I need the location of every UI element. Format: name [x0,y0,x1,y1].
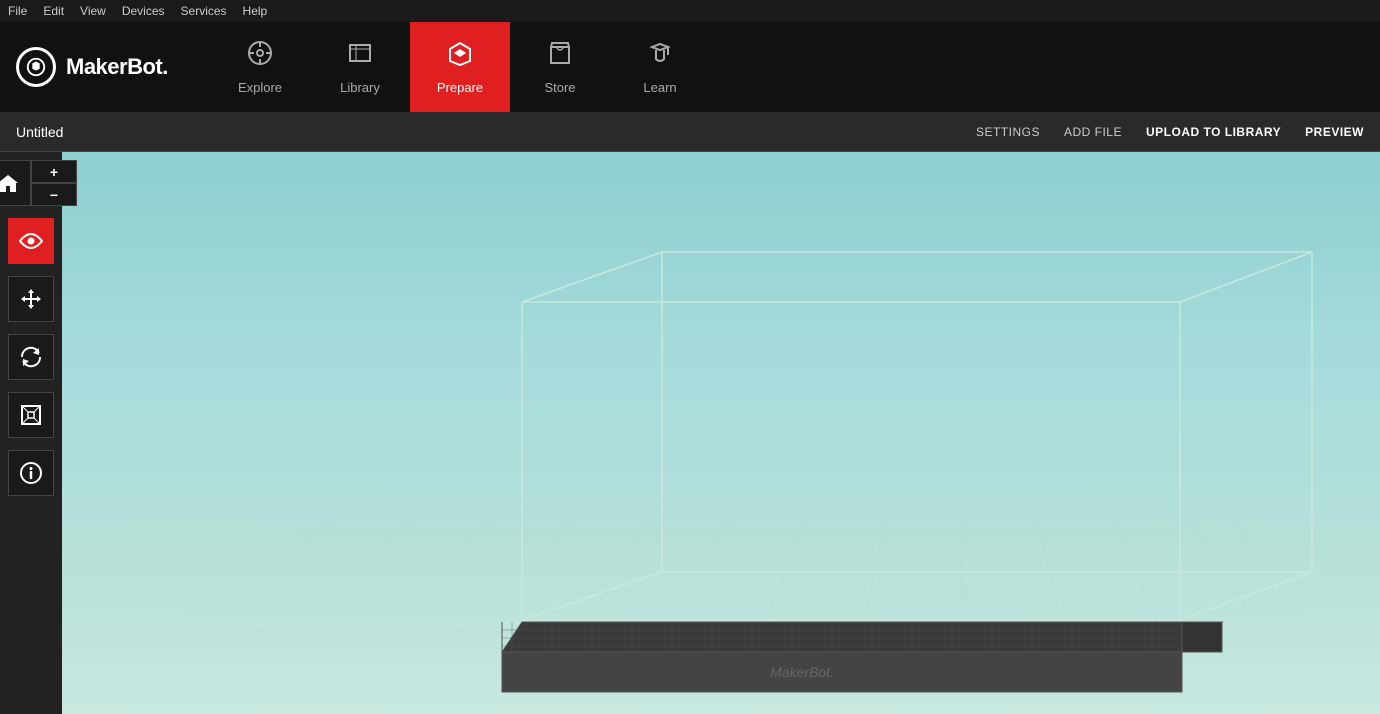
home-button[interactable] [0,160,31,206]
library-icon [346,39,374,74]
prepare-icon [446,39,474,74]
logo-icon [16,47,56,87]
home-zoom-group: + − [0,160,77,206]
menu-view[interactable]: View [80,4,106,18]
menu-devices[interactable]: Devices [122,4,165,18]
explore-icon [246,39,274,74]
nav-items: Explore Library Prepare [210,22,1380,112]
store-icon [546,39,574,74]
nav-label-learn: Learn [643,80,676,95]
menu-bar: File Edit View Devices Services Help [0,0,1380,22]
page-title: Untitled [16,124,976,140]
toolbar: Untitled SETTINGS ADD FILE UPLOAD TO LIB… [0,112,1380,152]
info-button[interactable] [8,450,54,496]
rotate-group [8,334,54,380]
zoom-out-button[interactable]: − [31,183,77,206]
nav-label-store: Store [544,80,575,95]
main-area: + − [0,152,1380,714]
menu-services[interactable]: Services [181,4,227,18]
info-group [8,450,54,496]
scale-group [8,392,54,438]
view-button[interactable] [8,218,54,264]
move-button[interactable] [8,276,54,322]
nav-label-prepare: Prepare [437,80,483,95]
learn-icon [646,39,674,74]
svg-text:MakerBot.: MakerBot. [770,664,834,680]
nav-item-library[interactable]: Library [310,22,410,112]
logo-area: MakerBot. [0,22,210,112]
preview-button[interactable]: PREVIEW [1305,125,1364,139]
nav-item-prepare[interactable]: Prepare [410,22,510,112]
top-nav: MakerBot. Explore [0,22,1380,112]
nav-label-explore: Explore [238,80,282,95]
nav-item-learn[interactable]: Learn [610,22,710,112]
scale-button[interactable] [8,392,54,438]
logo-text: MakerBot. [66,54,168,80]
nav-item-explore[interactable]: Explore [210,22,310,112]
scene-svg: MakerBot. [62,152,1380,714]
sidebar: + − [0,152,62,714]
move-group [8,276,54,322]
nav-label-library: Library [340,80,380,95]
toolbar-actions: SETTINGS ADD FILE UPLOAD TO LIBRARY PREV… [976,125,1364,139]
menu-help[interactable]: Help [243,4,268,18]
menu-edit[interactable]: Edit [43,4,64,18]
rotate-button[interactable] [8,334,54,380]
nav-item-store[interactable]: Store [510,22,610,112]
zoom-in-button[interactable]: + [31,160,77,183]
3d-viewport[interactable]: MakerBot. [62,152,1380,714]
menu-file[interactable]: File [8,4,27,18]
view-group [8,218,54,264]
settings-button[interactable]: SETTINGS [976,125,1040,139]
add-file-button[interactable]: ADD FILE [1064,125,1122,139]
upload-to-library-button[interactable]: UPLOAD TO LIBRARY [1146,125,1281,139]
